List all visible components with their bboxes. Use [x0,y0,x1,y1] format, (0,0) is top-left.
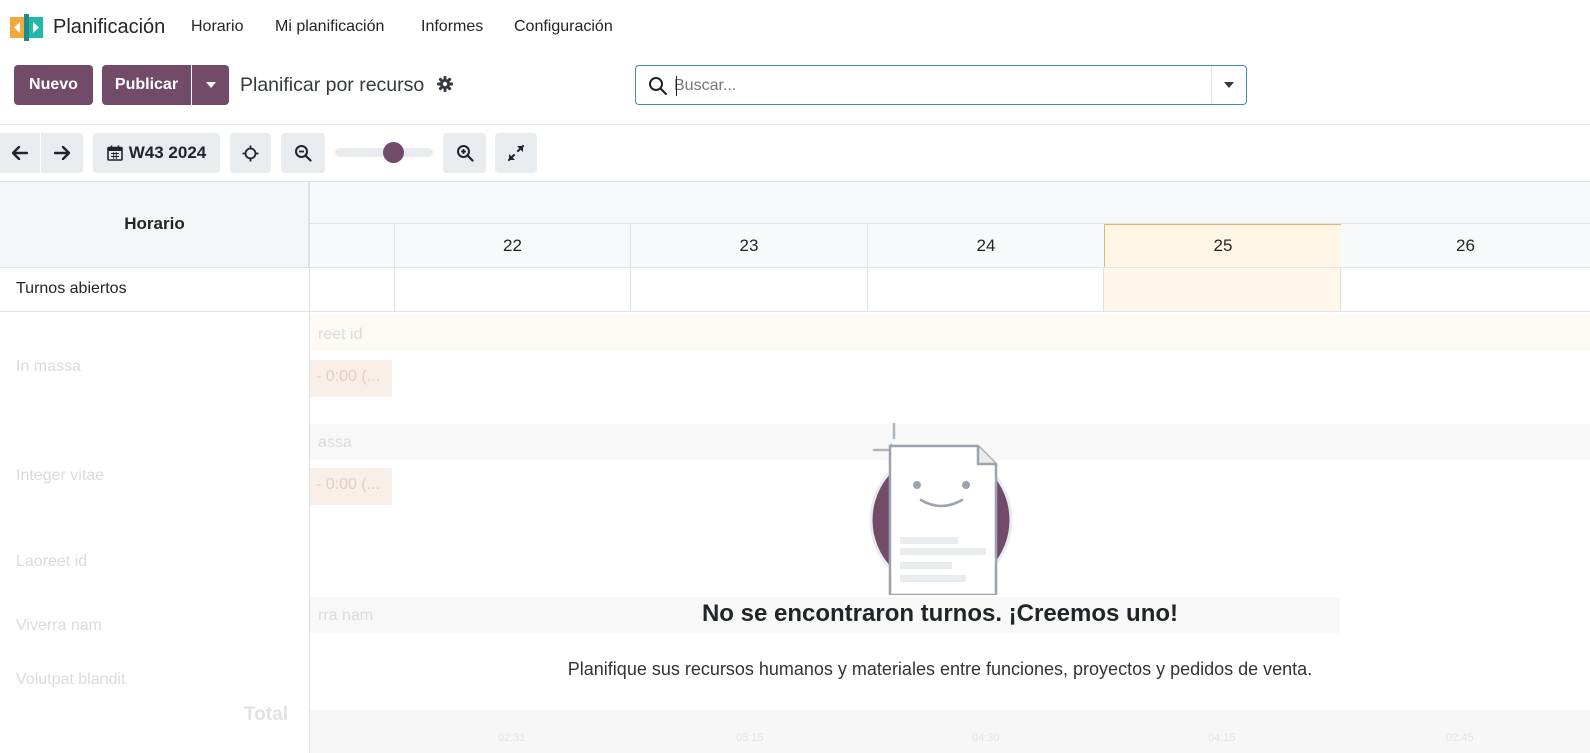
planning-app-logo[interactable] [10,14,43,41]
previous-period-button[interactable] [0,133,40,173]
grid-period-band [310,182,1590,224]
focus-today-button[interactable] [230,133,271,173]
total-cell: 04:15 [1208,732,1236,744]
sample-shift-pill: - 0:00 (... [310,360,392,397]
sample-resource-label: Viverra nam [16,617,102,634]
total-cell: 02:31 [498,732,526,744]
period-label: W43 2024 [128,143,207,162]
view-title: Planificar por recurso [240,74,425,96]
publish-button[interactable]: Publicar [102,65,191,105]
search-icon [649,77,668,96]
empty-document-illustration [869,422,1013,595]
zoom-out-icon [295,145,312,162]
expand-icon [508,145,524,161]
sample-band-label: reet id [318,326,363,343]
crosshairs-icon [242,145,259,161]
calendar-icon [106,145,123,161]
menu-mi-planificacion[interactable]: Mi planificación [275,18,384,36]
control-panel-divider [0,124,1590,125]
open-shifts-bottom-border [0,311,1590,312]
menu-horario[interactable]: Horario [191,18,243,36]
sample-shift-pill: - 0:00 (... [310,468,392,505]
sample-resource-label: Volutpat blandit [16,671,126,688]
zoom-out-button[interactable] [281,133,325,173]
arrow-right-icon [54,146,70,160]
search-options-toggle[interactable] [1211,66,1246,104]
caret-down-icon [1224,82,1234,88]
zoom-in-button[interactable] [443,133,486,173]
open-shift-cell[interactable] [395,268,631,312]
sample-band-label: assa [318,434,352,451]
sample-band-label: rra nam [318,607,374,624]
zoom-in-icon [456,145,474,162]
open-shift-cell-today[interactable] [1104,268,1341,312]
sample-resource-label: Integer vitae [16,467,105,484]
day-column-header: 24 [868,224,1105,268]
day-column-header: 23 [631,224,868,268]
day-column-partial [310,224,395,268]
publish-dropdown-button[interactable] [192,65,229,105]
total-cell: 05:15 [736,732,764,744]
day-column-header-today: 25 [1104,224,1342,268]
day-column-header: 22 [395,224,631,268]
period-picker-button[interactable]: W43 2024 [93,133,220,173]
row-header-title: Horario [124,214,185,233]
sample-row-band [310,315,1590,351]
new-button[interactable]: Nuevo [14,65,93,105]
total-cell: 04:30 [972,732,1000,744]
arrow-left-icon [12,146,28,160]
menu-configuracion[interactable]: Configuración [514,18,613,36]
empty-state-text: Planifique sus recursos humanos y materi… [567,659,1313,679]
expand-button[interactable] [495,133,537,173]
day-column-header: 26 [1341,224,1590,268]
open-shift-cell[interactable] [868,268,1104,312]
text-cursor [676,76,677,96]
next-period-button[interactable] [41,133,83,173]
app-title[interactable]: Planificación [53,16,165,39]
zoom-slider-thumb[interactable] [383,142,405,163]
sample-resource-label: Laoreet id [16,553,88,570]
empty-state-title: No se encontraron turnos. ¡Creemos uno! [701,600,1179,627]
open-shift-cell[interactable] [310,268,395,312]
search-bar [635,65,1247,105]
caret-down-icon [205,82,216,88]
sample-resource-label: In massa [16,358,81,375]
open-shifts-row-label[interactable]: Turnos abiertos [16,280,127,298]
search-input[interactable] [674,74,1204,98]
menu-informes[interactable]: Informes [421,18,483,36]
total-cell: 02:45 [1446,732,1474,744]
gear-icon[interactable] [437,76,453,92]
open-shift-cell[interactable] [631,268,868,312]
total-row-label: Total [244,704,288,725]
